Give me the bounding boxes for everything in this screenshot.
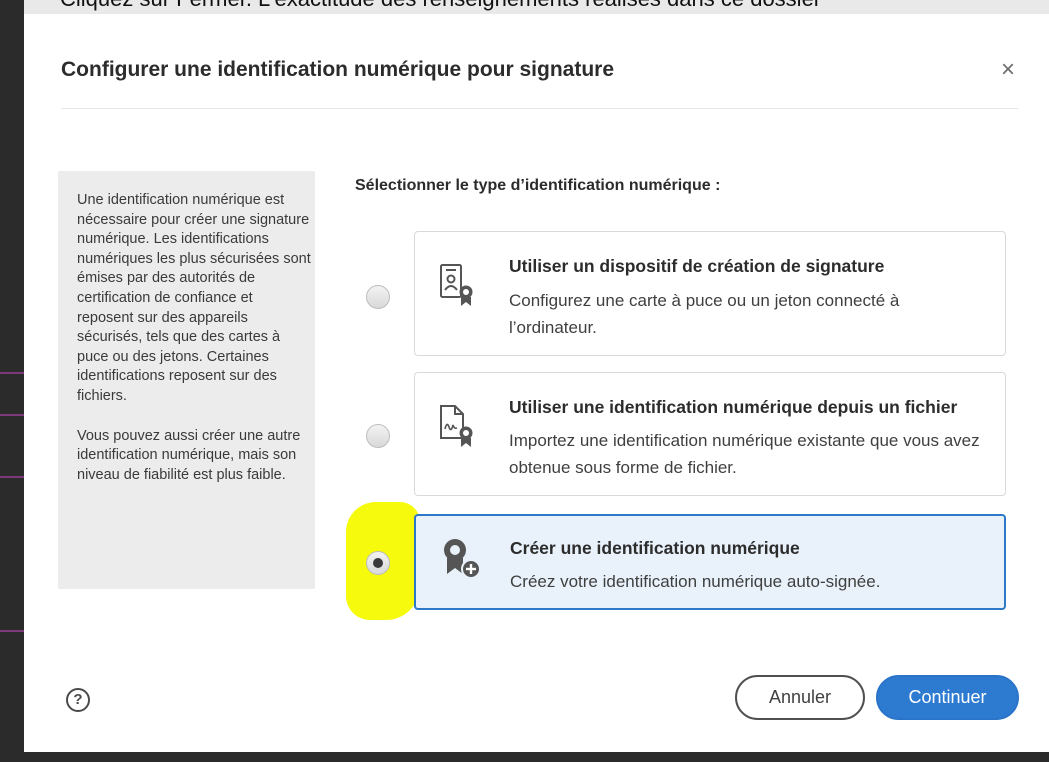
background-line (0, 630, 24, 632)
option-description: Configurez une carte à puce ou un jeton … (509, 291, 900, 337)
cancel-button[interactable]: Annuler (735, 675, 865, 720)
option-description: Créez votre identification numérique aut… (510, 572, 881, 591)
continue-button[interactable]: Continuer (876, 675, 1019, 720)
background-line (0, 372, 24, 374)
radio-selected-dot (373, 558, 383, 568)
title-divider (61, 108, 1018, 109)
background-document-text: Cliquez sur Fermer. L'exactitude des ren… (60, 0, 821, 12)
section-label: Sélectionner le type d’identification nu… (355, 177, 721, 194)
option-signature-device[interactable]: Utiliser un dispositif de création de si… (414, 231, 1006, 356)
info-text: Une identification numérique est nécessa… (77, 191, 312, 505)
option-title: Utiliser un dispositif de création de si… (509, 256, 885, 276)
radio-signature-device[interactable] (366, 285, 390, 309)
option-title: Créer une identification numérique (510, 538, 800, 558)
help-icon[interactable]: ? (66, 688, 90, 712)
close-icon[interactable]: × (996, 58, 1020, 82)
file-signature-badge-icon (438, 403, 478, 454)
create-badge-icon (439, 536, 483, 587)
info-paragraph: Vous pouvez aussi créer une autre identi… (77, 427, 301, 483)
smartcard-badge-icon (438, 262, 478, 313)
digital-id-dialog: Configurer une identification numérique … (24, 14, 1049, 752)
option-id-from-file[interactable]: Utiliser une identification numérique de… (414, 372, 1006, 496)
info-paragraph: Une identification numérique est nécessa… (77, 192, 311, 404)
option-title: Utiliser une identification numérique de… (509, 397, 958, 417)
background-edge (0, 0, 24, 762)
background-line (0, 476, 24, 478)
dialog-title: Configurer une identification numérique … (61, 58, 615, 81)
radio-create-id[interactable] (366, 551, 390, 575)
background-line (0, 414, 24, 416)
background-document: Cliquez sur Fermer. L'exactitude des ren… (0, 0, 1049, 14)
option-description: Importez une identification numérique ex… (509, 431, 980, 477)
option-create-id[interactable]: Créer une identification numérique Créez… (414, 514, 1006, 610)
radio-id-from-file[interactable] (366, 424, 390, 448)
